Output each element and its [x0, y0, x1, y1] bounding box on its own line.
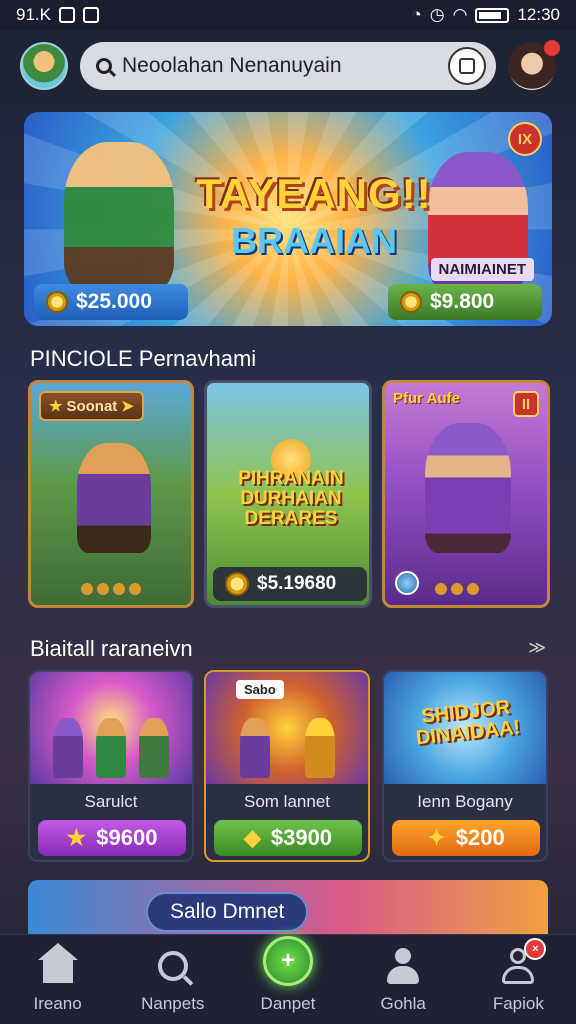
nav-item-search[interactable]: Nanpets	[118, 946, 228, 1014]
wifi-icon: ◠	[452, 5, 468, 24]
card-title: PIHRANAIN DURHAIAN DERARES	[238, 468, 344, 529]
alarm-icon: ◔	[411, 5, 422, 24]
nav-label: Fapiok	[492, 993, 544, 1013]
gem-icon	[395, 571, 419, 595]
search-bar[interactable]: Neoolahan Nenanuyain	[80, 42, 496, 90]
status-bar: 91.K ◔ ◷ ◠ 12:30	[0, 0, 576, 30]
section-title: Biaitall raraneivn	[30, 636, 193, 661]
tile-banner: SHIDJOR DINAIDAA!	[414, 696, 522, 750]
game-card[interactable]: PIHRANAIN DURHAIAN DERARES $5.19680	[204, 380, 372, 608]
hero-close-button[interactable]: IX	[508, 122, 542, 156]
see-more-icon[interactable]: ≫	[528, 638, 546, 658]
hero-price-right-button[interactable]: $9.800	[388, 284, 542, 320]
nav-label: Danpet	[260, 993, 316, 1013]
tile-art	[30, 672, 192, 784]
hero-price-left: $25.000	[76, 290, 152, 313]
nav-label: Ireano	[33, 993, 82, 1013]
section-title: PINCIOLE Pernavhami	[30, 346, 257, 371]
scan-button[interactable]	[448, 47, 486, 85]
product-tile[interactable]: Sarulct ★ $9600	[28, 670, 194, 862]
hero-character-left	[64, 142, 174, 292]
coin-icon	[225, 572, 249, 596]
notification-dot	[544, 40, 560, 56]
tile-price: $200	[455, 825, 505, 850]
search-icon	[96, 58, 112, 74]
star-icon: ★	[49, 398, 63, 415]
nav-item-center[interactable]: + Danpet	[233, 935, 343, 1014]
rating-dots	[81, 583, 141, 595]
card-ribbon-label: Soonat	[66, 397, 118, 415]
gem-icon	[46, 291, 68, 313]
notification-icon	[58, 7, 75, 23]
profile-avatar[interactable]	[508, 40, 560, 90]
buy-button[interactable]: ★ $9600	[38, 820, 186, 856]
nav-item-home[interactable]: Ireano	[3, 942, 113, 1014]
hero-price-right: $9.800	[430, 290, 495, 313]
nav-label: Gohla	[380, 993, 426, 1013]
promo-banner[interactable]: Sallo Dmnet	[28, 880, 548, 940]
app-notification-icon	[82, 7, 99, 23]
tile-name: Som lannet	[244, 792, 330, 811]
coin-icon	[400, 291, 422, 313]
app-header: Neoolahan Nenanuyain	[0, 30, 576, 102]
nav-label: Nanpets	[141, 993, 205, 1013]
product-tile[interactable]: Sabo Som lannet ◆ $3900	[204, 670, 370, 862]
buy-button[interactable]: ◆ $3900	[214, 820, 362, 856]
status-time: 12:30	[517, 5, 560, 24]
home-icon	[37, 942, 78, 983]
scan-icon	[459, 58, 475, 74]
tile-art: Sabo	[206, 672, 368, 784]
game-card[interactable]: Pfur Aufe II	[382, 380, 550, 608]
thumb-icon: ◆	[243, 825, 261, 850]
play-icon: +	[262, 935, 313, 986]
diamond-icon: ✦	[427, 825, 446, 850]
clock-icon: ◷	[429, 5, 445, 24]
battery-icon	[475, 7, 510, 23]
card-tag: Pfur Aufe	[393, 390, 460, 407]
tile-art: SHIDJOR DINAIDAA!	[384, 672, 546, 784]
search-input[interactable]: Neoolahan Nenanuyain	[122, 54, 438, 78]
tile-name: Ienn Bogany	[417, 792, 513, 811]
person-icon	[387, 947, 420, 984]
arrow-icon: ➤	[121, 398, 134, 415]
hero-subtitle: BRAAIAN	[231, 220, 397, 261]
hero-banner[interactable]: TAYEANG!! BRAAIAN NAIMIAINET IX $25.000 …	[24, 112, 552, 326]
hero-price-left-button[interactable]: $25.000	[34, 284, 188, 320]
hero-tag: NAIMIAINET	[430, 258, 534, 281]
card-close-button[interactable]: II	[513, 391, 539, 417]
buy-button[interactable]: ✦ $200	[392, 820, 540, 856]
avatar[interactable]	[20, 42, 68, 90]
character-art	[77, 443, 151, 553]
star-icon: ★	[66, 825, 87, 850]
tile-name: Sarulct	[84, 792, 138, 811]
card-price: $5.19680	[257, 573, 337, 594]
card-ribbon: ★ Soonat ➤	[39, 391, 144, 421]
tile-price: $9600	[96, 825, 158, 850]
bottom-nav: Ireano Nanpets + Danpet Gohla × Fapiok	[0, 934, 576, 1024]
status-left-text: 91.K	[16, 5, 51, 24]
character-art	[425, 423, 511, 553]
hero-title: TAYEANG!!	[196, 170, 432, 217]
tile-price: $3900	[270, 825, 333, 850]
tile-label: Sabo	[236, 680, 284, 699]
promo-label: Sallo Dmnet	[146, 892, 309, 932]
product-tile[interactable]: SHIDJOR DINAIDAA! Ienn Bogany ✦ $200	[382, 670, 548, 862]
nav-item-person[interactable]: Gohla	[348, 946, 458, 1014]
search-icon	[157, 950, 188, 981]
nav-item-profile[interactable]: × Fapiok	[463, 937, 573, 1014]
rating-dots	[435, 583, 479, 595]
card-price-button[interactable]: $5.19680	[213, 567, 367, 601]
notification-badge: ×	[524, 937, 547, 960]
game-card[interactable]: ★ Soonat ➤	[28, 380, 194, 608]
